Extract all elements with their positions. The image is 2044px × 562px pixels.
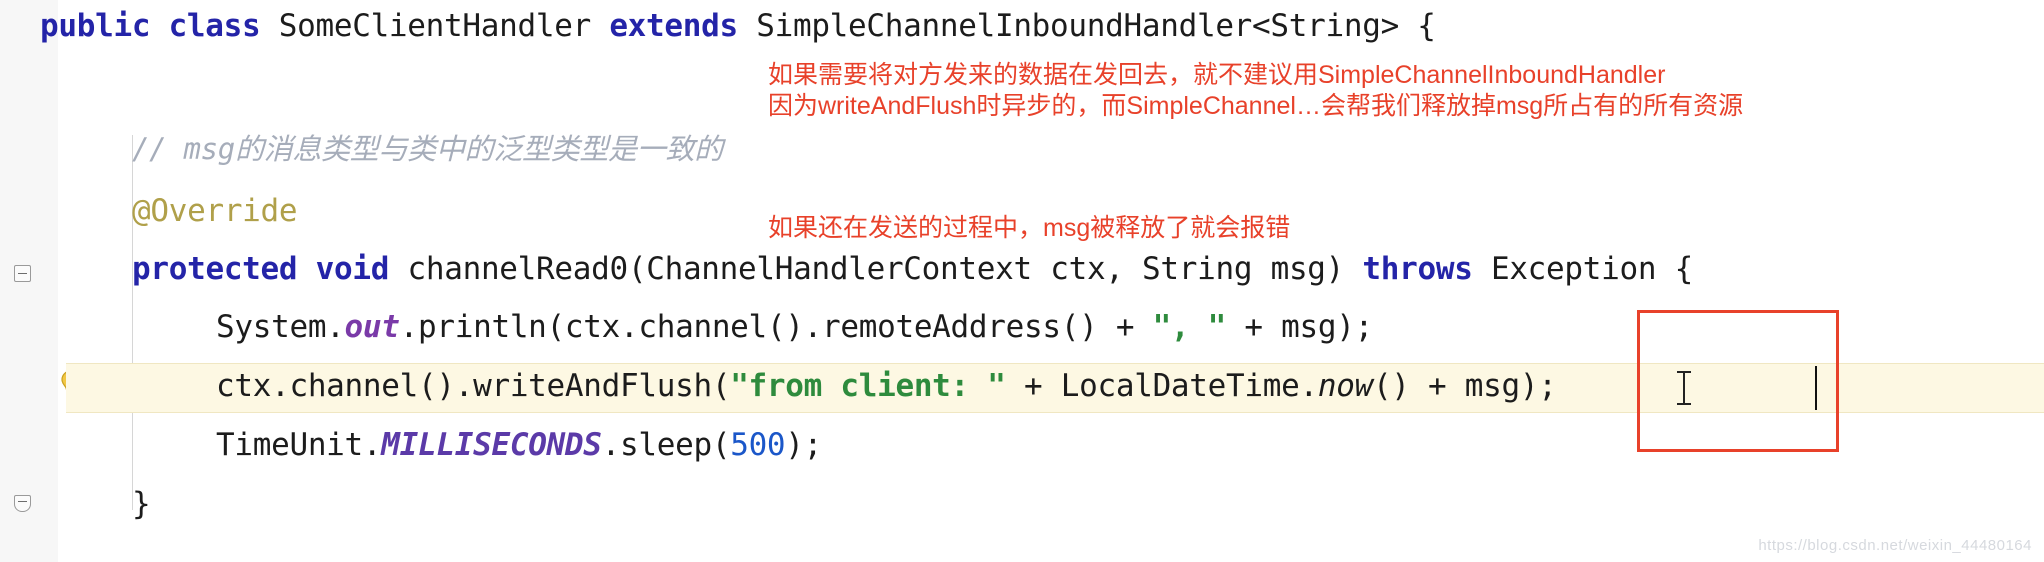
code-line-sleep[interactable]: TimeUnit.MILLISECONDS.sleep(500);: [216, 424, 822, 466]
code-token: + msg);: [1226, 309, 1373, 345]
code-token: () + msg);: [1372, 368, 1557, 404]
code-token: extends: [609, 8, 738, 44]
annotation-note-middle: 如果还在发送的过程中，msg被释放了就会报错: [768, 213, 1290, 244]
annotation-note-top-line2: 因为writeAndFlush时异步的，而SimpleChannel…会帮我们释…: [768, 92, 1744, 120]
code-token: }: [132, 486, 151, 522]
code-token: class: [168, 8, 261, 44]
code-token: System.: [216, 309, 345, 345]
code-token: SimpleChannelInboundHandler<String> {: [737, 8, 1436, 44]
code-token: ", ": [1152, 309, 1227, 345]
code-line-class-decl[interactable]: public class SomeClientHandler extends S…: [40, 5, 1436, 47]
code-line-method-decl[interactable]: protected void channelRead0(ChannelHandl…: [132, 248, 1693, 290]
code-line-override[interactable]: @Override: [132, 190, 298, 232]
code-token: public: [40, 8, 151, 44]
text-caret: [1815, 366, 1817, 410]
code-token: 500: [730, 427, 786, 463]
code-line-writeandflush[interactable]: ctx.channel().writeAndFlush("from client…: [216, 365, 1557, 407]
ibeam-cursor-icon: [1676, 369, 1692, 407]
code-token: // msg的消息类型与类中的泛型类型是一致的: [132, 132, 723, 166]
code-line-close-brace[interactable]: }: [132, 483, 151, 525]
code-line-println[interactable]: System.out.println(ctx.channel().remoteA…: [216, 306, 1373, 348]
code-token: + LocalDateTime.: [1005, 368, 1318, 404]
code-token: ctx.channel().writeAndFlush(: [216, 368, 731, 404]
code-token: protected: [132, 251, 298, 287]
code-token: "from client: ": [730, 368, 1006, 404]
code-token: throws: [1362, 251, 1473, 287]
annotation-note-top: 如果需要将对方发来的数据在发回去，就不建议用SimpleChannelInbou…: [768, 60, 1743, 122]
code-token: MILLISECONDS: [381, 427, 602, 463]
code-editor: public class SomeClientHandler extends S…: [0, 0, 2044, 562]
red-highlight-box: [1637, 310, 1839, 452]
code-token: out: [344, 309, 400, 345]
code-token: @Override: [132, 193, 298, 229]
code-token: Exception {: [1472, 251, 1693, 287]
watermark: https://blog.csdn.net/weixin_44480164: [1758, 537, 2032, 554]
annotation-note-top-line1: 如果需要将对方发来的数据在发回去，就不建议用SimpleChannelInbou…: [768, 61, 1666, 89]
code-token: SomeClientHandler: [260, 8, 610, 44]
annotation-note-middle-line1: 如果还在发送的过程中，msg被释放了就会报错: [768, 214, 1291, 242]
code-token: );: [785, 427, 823, 463]
code-token: .println(ctx.channel().remoteAddress() +: [399, 309, 1153, 345]
code-token: now: [1317, 368, 1373, 404]
code-token: channelRead0(ChannelHandlerContext ctx, …: [389, 251, 1363, 287]
code-token: TimeUnit.: [216, 427, 382, 463]
code-token: .sleep(: [601, 427, 731, 463]
code-token: void: [315, 251, 390, 287]
code-line-comment[interactable]: // msg的消息类型与类中的泛型类型是一致的: [132, 128, 723, 170]
